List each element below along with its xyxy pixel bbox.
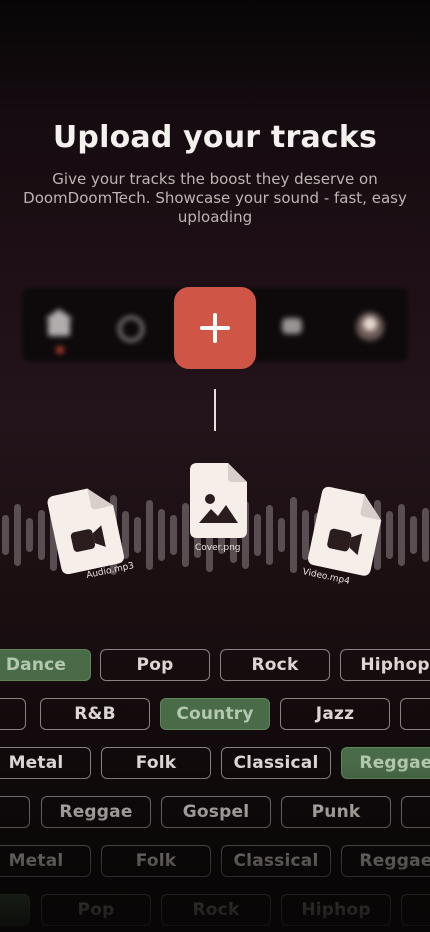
waveform-bar	[398, 504, 405, 566]
genre-row: Reggae Gospel Punk	[0, 796, 430, 830]
genre-chip-reggae[interactable]: Reggae	[341, 845, 430, 877]
genre-chip-metal[interactable]: Metal	[0, 845, 91, 877]
waveform-bar	[170, 515, 177, 555]
genre-chip-reggae[interactable]: Reggae	[341, 747, 430, 779]
genre-chip-reggae[interactable]: Reggae	[41, 796, 151, 828]
waveform-bar	[2, 515, 9, 555]
waveform-bar	[386, 511, 393, 559]
genre-chip-hiphop[interactable]: Hiphop	[340, 649, 430, 681]
genre-row: Metal Folk Classical Reggae	[0, 747, 430, 781]
genre-row: Metal Folk Classical Reggae	[0, 845, 430, 879]
genre-chip-gospel[interactable]: Gospel	[161, 796, 271, 828]
waveform-bar	[38, 510, 45, 560]
chat-icon	[282, 318, 302, 334]
genre-chip-partial[interactable]	[401, 796, 430, 828]
genre-chip-country[interactable]: Country	[160, 698, 270, 730]
genre-chip-rock[interactable]: Rock	[161, 894, 271, 926]
active-indicator-dot	[56, 346, 64, 354]
waveform-bar	[26, 518, 33, 552]
genre-chip-partial[interactable]	[0, 796, 30, 828]
waveform-bar	[14, 504, 21, 566]
waveform-bar	[266, 505, 273, 565]
waveform-bar	[290, 497, 297, 573]
genre-chip-classical[interactable]: Classical	[221, 845, 331, 877]
genre-chip-metal[interactable]: Metal	[0, 747, 91, 779]
home-icon	[45, 309, 73, 336]
waveform-bar	[254, 514, 261, 556]
genre-row: R&B Country Jazz	[0, 698, 430, 732]
waveform-bar	[182, 503, 189, 567]
genre-chip-rock[interactable]: Rock	[220, 649, 330, 681]
genre-chip-partial[interactable]	[401, 894, 430, 926]
image-file-label: Cover.png	[195, 543, 241, 553]
genre-chip-pop[interactable]: Pop	[100, 649, 210, 681]
waveform-bar	[410, 516, 417, 554]
genre-chip-partial[interactable]	[0, 698, 26, 730]
genre-chip-folk[interactable]: Folk	[101, 845, 211, 877]
genre-chip-folk[interactable]: Folk	[101, 747, 211, 779]
connector-line	[214, 389, 216, 431]
genre-chip-partial[interactable]	[0, 894, 30, 926]
avatar	[356, 312, 384, 342]
waveform-bar	[422, 508, 429, 562]
genre-chip-classical[interactable]: Classical	[221, 747, 331, 779]
genre-chip-punk[interactable]: Punk	[281, 796, 391, 828]
search-icon	[118, 316, 144, 342]
genre-chip-hiphop[interactable]: Hiphop	[281, 894, 391, 926]
add-upload-button[interactable]	[174, 287, 256, 369]
genre-row: Pop Rock Hiphop	[0, 894, 430, 928]
genre-chip-dance[interactable]: Dance	[0, 649, 91, 681]
genre-chip-jazz[interactable]: Jazz	[280, 698, 390, 730]
waveform-bar	[158, 509, 165, 561]
waveform-bar	[146, 500, 153, 570]
genre-chip-pop[interactable]: Pop	[41, 894, 151, 926]
bottom-fade-overlay	[0, 640, 430, 932]
genre-selector: Dance Pop Rock Hiphop R&B Country Jazz M…	[0, 640, 430, 932]
genre-chip-partial[interactable]	[400, 698, 430, 730]
genre-chip-rnb[interactable]: R&B	[40, 698, 150, 730]
waveform-bar	[134, 517, 141, 553]
genre-row: Dance Pop Rock Hiphop	[0, 649, 430, 683]
waveform-bar	[278, 518, 285, 552]
image-file-icon	[190, 463, 247, 538]
